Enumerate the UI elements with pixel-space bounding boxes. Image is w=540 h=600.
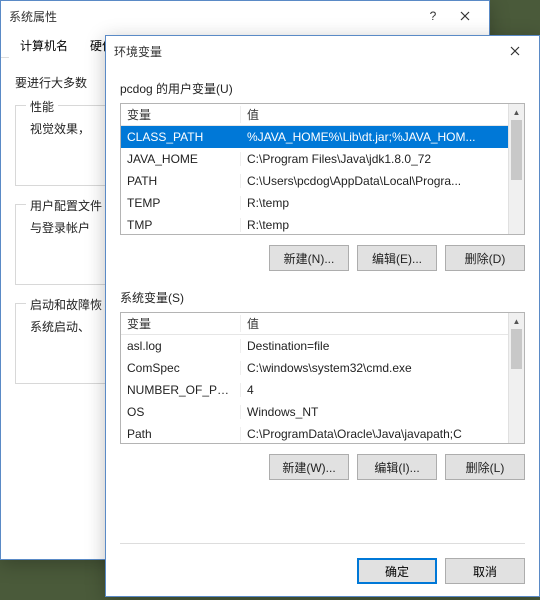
- col-header-val[interactable]: 值: [241, 315, 524, 332]
- sys-vars-list[interactable]: 变量 值 asl.log Destination=file ComSpec C:…: [120, 312, 525, 444]
- var-value: C:\Program Files\Java\jdk1.8.0_72: [241, 152, 508, 166]
- scroll-up-icon[interactable]: ▲: [509, 313, 524, 329]
- user-vars-list[interactable]: 变量 值 CLASS_PATH %JAVA_HOME%\Lib\dt.jar;%…: [120, 103, 525, 235]
- list-row[interactable]: CLASS_PATH %JAVA_HOME%\Lib\dt.jar;%JAVA_…: [121, 126, 508, 148]
- scroll-up-icon[interactable]: ▲: [509, 104, 524, 120]
- group-legend: 启动和故障恢: [26, 296, 106, 313]
- var-name: ComSpec: [121, 361, 241, 375]
- user-new-button[interactable]: 新建(N)...: [269, 245, 349, 271]
- titlebar: 系统属性 ?: [1, 1, 489, 31]
- list-row[interactable]: TEMP R:\temp: [121, 192, 508, 214]
- col-header-var[interactable]: 变量: [121, 315, 241, 332]
- watermark: Windows 10 Pro Insider: [417, 583, 534, 598]
- list-row[interactable]: asl.log Destination=file: [121, 335, 508, 357]
- dialog-buttons: 确定 取消: [357, 558, 525, 584]
- var-value: %JAVA_HOME%\Lib\dt.jar;%JAVA_HOM...: [241, 130, 508, 144]
- environment-variables-window: 环境变量 pcdog 的用户变量(U) 变量 值 CLASS_PATH %JAV…: [105, 35, 540, 597]
- sys-buttons: 新建(W)... 编辑(I)... 删除(L): [120, 454, 525, 480]
- var-name: PATH: [121, 174, 241, 188]
- window-title: 环境变量: [114, 43, 499, 60]
- help-icon[interactable]: ?: [417, 4, 449, 28]
- sys-vars-label: 系统变量(S): [120, 289, 525, 306]
- list-rows: asl.log Destination=file ComSpec C:\wind…: [121, 335, 508, 443]
- user-vars-label: pcdog 的用户变量(U): [120, 80, 525, 97]
- titlebar: 环境变量: [106, 36, 539, 66]
- var-value: C:\windows\system32\cmd.exe: [241, 361, 508, 375]
- var-value: R:\temp: [241, 218, 508, 232]
- list-rows: CLASS_PATH %JAVA_HOME%\Lib\dt.jar;%JAVA_…: [121, 126, 508, 234]
- var-value: Destination=file: [241, 339, 508, 353]
- var-value: C:\Users\pcdog\AppData\Local\Progra...: [241, 174, 508, 188]
- list-row[interactable]: JAVA_HOME C:\Program Files\Java\jdk1.8.0…: [121, 148, 508, 170]
- var-value: R:\temp: [241, 196, 508, 210]
- list-row[interactable]: TMP R:\temp: [121, 214, 508, 234]
- close-icon[interactable]: [449, 4, 481, 28]
- list-header: 变量 值: [121, 104, 524, 126]
- list-row[interactable]: Path C:\ProgramData\Oracle\Java\javapath…: [121, 423, 508, 443]
- var-name: TMP: [121, 218, 241, 232]
- user-delete-button[interactable]: 删除(D): [445, 245, 525, 271]
- group-legend: 性能: [26, 98, 58, 115]
- var-name: Path: [121, 427, 241, 441]
- var-name: NUMBER_OF_PR...: [121, 383, 241, 397]
- var-name: CLASS_PATH: [121, 130, 241, 144]
- list-row[interactable]: NUMBER_OF_PR... 4: [121, 379, 508, 401]
- scrollbar[interactable]: ▲: [508, 313, 524, 443]
- var-name: TEMP: [121, 196, 241, 210]
- sys-edit-button[interactable]: 编辑(I)...: [357, 454, 437, 480]
- col-header-val[interactable]: 值: [241, 106, 524, 123]
- col-header-var[interactable]: 变量: [121, 106, 241, 123]
- var-name: OS: [121, 405, 241, 419]
- ok-button[interactable]: 确定: [357, 558, 437, 584]
- var-value: 4: [241, 383, 508, 397]
- close-icon[interactable]: [499, 39, 531, 63]
- env-body: pcdog 的用户变量(U) 变量 值 CLASS_PATH %JAVA_HOM…: [106, 66, 539, 510]
- scroll-thumb[interactable]: [511, 329, 522, 369]
- sys-delete-button[interactable]: 删除(L): [445, 454, 525, 480]
- var-value: C:\ProgramData\Oracle\Java\javapath;C: [241, 427, 508, 441]
- var-name: JAVA_HOME: [121, 152, 241, 166]
- list-row[interactable]: ComSpec C:\windows\system32\cmd.exe: [121, 357, 508, 379]
- var-value: Windows_NT: [241, 405, 508, 419]
- user-buttons: 新建(N)... 编辑(E)... 删除(D): [120, 245, 525, 271]
- var-name: asl.log: [121, 339, 241, 353]
- user-edit-button[interactable]: 编辑(E)...: [357, 245, 437, 271]
- sys-new-button[interactable]: 新建(W)...: [269, 454, 349, 480]
- tab-computer-name[interactable]: 计算机名: [9, 32, 79, 58]
- list-row[interactable]: OS Windows_NT: [121, 401, 508, 423]
- cancel-button[interactable]: 取消: [445, 558, 525, 584]
- scrollbar[interactable]: ▲: [508, 104, 524, 234]
- window-title: 系统属性: [9, 8, 417, 25]
- scroll-thumb[interactable]: [511, 120, 522, 180]
- group-legend: 用户配置文件: [26, 197, 106, 214]
- list-header: 变量 值: [121, 313, 524, 335]
- separator: [120, 543, 525, 544]
- list-row[interactable]: PATH C:\Users\pcdog\AppData\Local\Progra…: [121, 170, 508, 192]
